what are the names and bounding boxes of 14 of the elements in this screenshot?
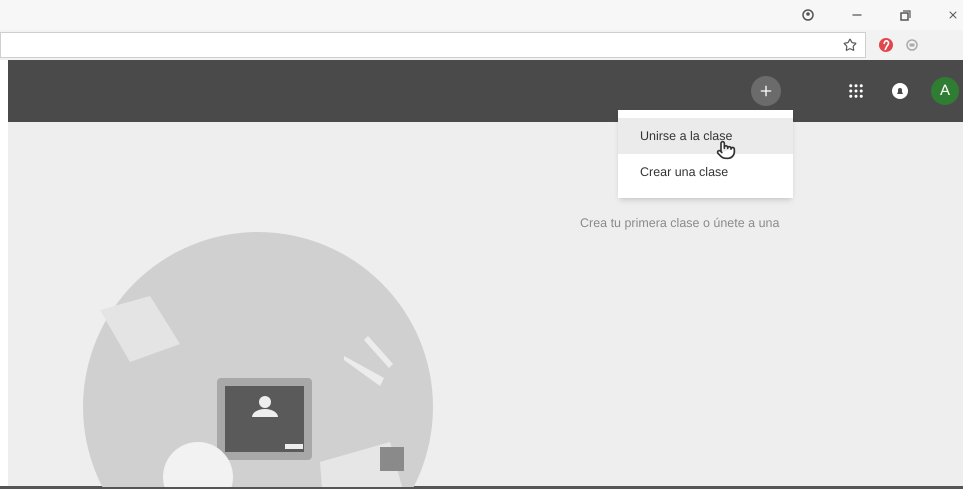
menu-item[interactable]: Unirse a la clase	[618, 118, 793, 154]
address-field[interactable]	[0, 32, 866, 58]
menu-item[interactable]: Crear una clase	[618, 154, 793, 190]
apps-grid-icon[interactable]	[847, 82, 865, 100]
close-icon[interactable]	[947, 9, 959, 21]
account-icon[interactable]	[802, 9, 814, 21]
star-icon[interactable]	[843, 38, 857, 52]
avatar[interactable]: A	[931, 77, 959, 105]
empty-state-message: Crea tu primera clase o únete a una	[580, 215, 780, 232]
plus-icon	[758, 83, 774, 99]
restore-icon[interactable]	[900, 10, 911, 20]
add-button[interactable]	[751, 76, 781, 106]
notification-icon[interactable]	[891, 82, 909, 100]
hand-cursor-icon	[716, 140, 736, 160]
